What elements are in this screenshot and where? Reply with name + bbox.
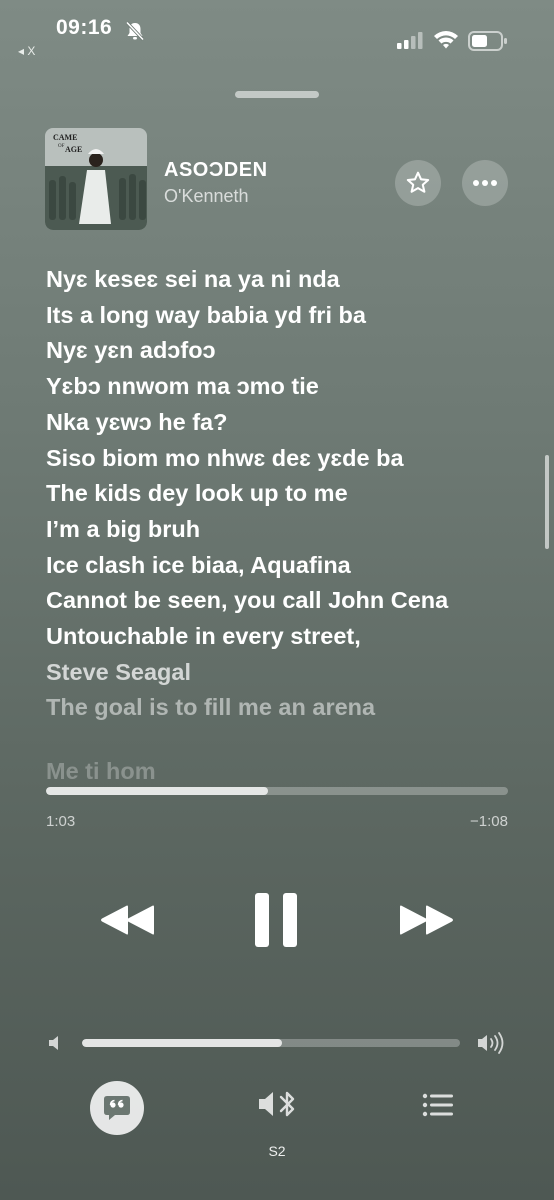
remaining-time: −1:08 [470,813,508,830]
lyric-line[interactable]: Its a long way babia yd fri ba [46,298,546,334]
list-icon [422,1093,453,1117]
lyric-line[interactable]: I’m a big bruh [46,512,546,548]
lyric-line[interactable]: Ice clash ice biaa, Aquafina [46,548,546,584]
sheet-grabber[interactable] [235,91,319,98]
queue-button[interactable] [420,1090,456,1120]
song-title[interactable]: ASOƆDEN [164,159,268,182]
next-track-button[interactable] [396,896,458,944]
album-art-word-1: CAME [53,133,77,142]
volume-fill [82,1039,283,1047]
lyric-line[interactable]: Nka yɛwɔ he fa? [46,405,546,441]
playback-progress-fill [46,787,268,795]
pause-button[interactable] [250,888,302,952]
status-time: 09:16 [56,16,113,39]
lyrics-scroll-indicator[interactable] [545,455,549,549]
lyrics-toggle-button[interactable] [90,1081,144,1135]
output-device-label: S2 [268,1143,286,1159]
lyric-line[interactable]: Steve Seagal [46,655,546,691]
more-options-button[interactable] [462,160,508,206]
battery-icon [468,31,507,51]
elapsed-time: 1:03 [46,813,76,830]
lyric-line[interactable]: Untouchable in every street, [46,619,546,655]
album-art-word-2: OF [58,144,65,149]
song-artist[interactable]: O'Kenneth [164,186,249,207]
pause-icon [255,893,297,947]
wifi-icon [434,31,458,49]
album-art-word-3: AGE [65,145,82,154]
back-to-app-link[interactable]: ◂ X [18,44,35,58]
lyric-line[interactable]: Siso biom mo nhwɛ deɛ yɛde ba [46,441,546,477]
lyric-line[interactable]: Cannot be seen, you call John Cena [46,583,546,619]
favorite-button[interactable] [395,160,441,206]
lyric-line[interactable]: The kids dey look up to me [46,476,546,512]
lyric-line[interactable]: The goal is to fill me an arena [46,690,546,726]
playback-scrubber[interactable] [46,787,508,795]
lyric-line[interactable]: Nyɛ keseɛ sei na ya ni nda [46,262,546,298]
volume-high-icon [478,1032,504,1054]
cellular-signal-icon [397,32,423,49]
lyric-line[interactable]: Me ti hom [46,754,546,782]
backward-icon [101,905,154,935]
lyric-line[interactable]: Nyɛ yɛn adɔfoɔ [46,333,546,369]
quote-bubble-icon [104,1096,130,1120]
previous-track-button[interactable] [96,896,158,944]
star-icon [406,171,430,193]
bell-slash-icon [125,21,145,41]
volume-slider[interactable] [82,1039,460,1047]
speaker-bluetooth-icon [259,1091,295,1117]
lyrics-view[interactable]: Nyɛ keseɛ sei na ya ni nda Its a long wa… [46,262,546,782]
volume-low-icon [49,1036,58,1050]
album-art: CAME OF AGE [45,128,147,230]
lyric-line[interactable]: Yɛbɔ nnwom ma ɔmo tie [46,369,546,405]
ellipsis-icon [473,180,497,186]
forward-icon [400,905,453,935]
audio-output-button[interactable] [256,1086,300,1122]
back-to-app-label: X [27,44,36,58]
